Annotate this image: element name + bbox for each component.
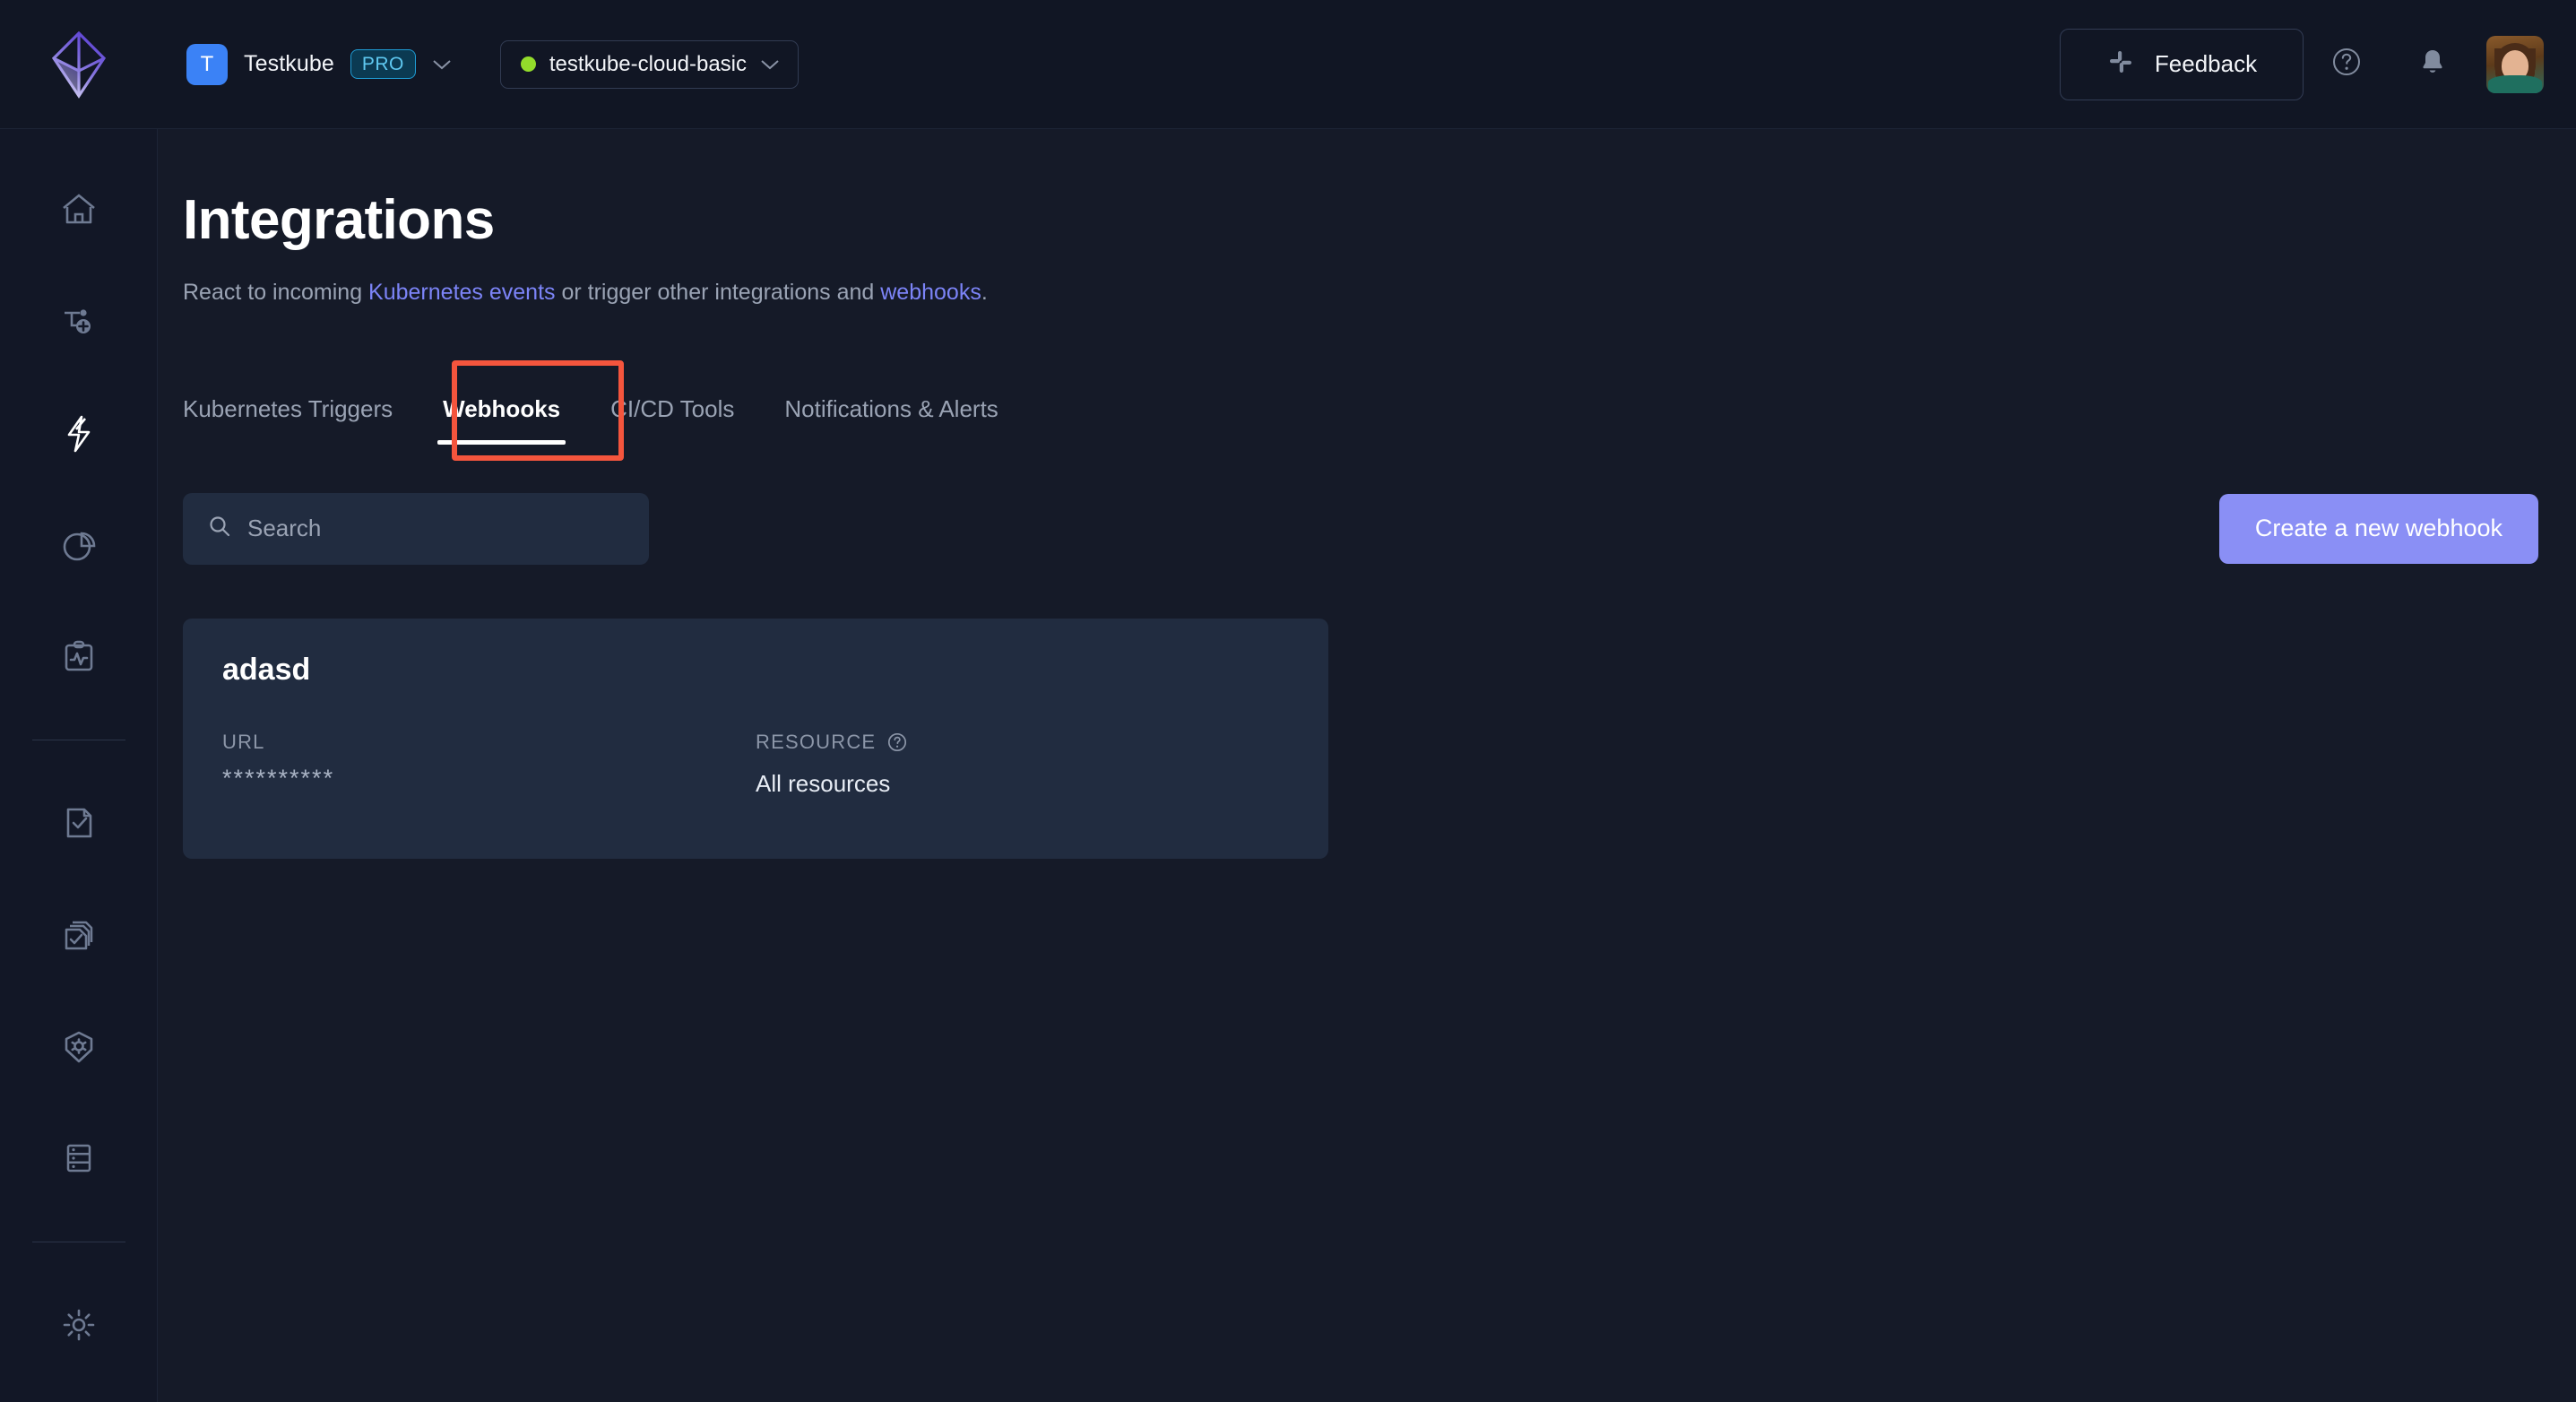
add-test-workflow-icon bbox=[60, 303, 98, 341]
environment-status-dot bbox=[521, 56, 536, 72]
top-bar: T Testkube PRO testkube-cloud-basic bbox=[0, 0, 2576, 129]
organization-name: Testkube bbox=[244, 51, 334, 77]
environment-selector[interactable]: testkube-cloud-basic bbox=[500, 40, 799, 89]
main-content: Integrations React to incoming Kubernete… bbox=[158, 129, 2576, 1402]
url-label: URL bbox=[222, 731, 756, 754]
document-check-icon bbox=[60, 804, 98, 842]
sidebar-item-test-suites[interactable] bbox=[39, 901, 118, 970]
description-suffix: . bbox=[981, 280, 988, 305]
notifications-button[interactable] bbox=[2390, 29, 2476, 100]
sidebar-item-runners[interactable] bbox=[39, 1124, 118, 1193]
webhook-details: URL ********** RESOURCE All resources bbox=[222, 731, 1289, 798]
chevron-down-icon bbox=[760, 58, 780, 71]
kubernetes-events-link[interactable]: Kubernetes events bbox=[368, 280, 555, 305]
sidebar-item-reports[interactable] bbox=[39, 511, 118, 580]
lightning-bolt-icon bbox=[60, 413, 98, 454]
shield-gear-icon bbox=[60, 1028, 98, 1066]
sidebar-item-home[interactable] bbox=[39, 176, 118, 245]
sidebar-item-test[interactable] bbox=[39, 789, 118, 858]
avatar-body bbox=[2488, 75, 2542, 93]
feedback-button[interactable]: Feedback bbox=[2060, 29, 2304, 100]
app-logo[interactable] bbox=[0, 0, 158, 129]
sidebar-item-add-test-workflow[interactable] bbox=[39, 288, 118, 357]
sidebar-item-status[interactable] bbox=[39, 623, 118, 692]
top-bar-actions: Feedback bbox=[2060, 29, 2576, 100]
tab-notifications-alerts[interactable]: Notifications & Alerts bbox=[759, 395, 1023, 450]
description-prefix: React to incoming bbox=[183, 280, 368, 305]
help-button[interactable] bbox=[2304, 29, 2390, 100]
resource-label: RESOURCE bbox=[756, 731, 876, 754]
tab-kubernetes-triggers[interactable]: Kubernetes Triggers bbox=[183, 395, 418, 450]
webhook-url-column: URL ********** bbox=[222, 731, 756, 798]
clipboard-activity-icon bbox=[60, 638, 98, 676]
resource-label-wrap: RESOURCE bbox=[756, 731, 1289, 754]
stacked-documents-check-icon bbox=[59, 915, 99, 955]
organization-selector[interactable]: T Testkube PRO bbox=[186, 44, 452, 85]
resource-value: All resources bbox=[756, 770, 1289, 798]
sidebar-item-security[interactable] bbox=[39, 1012, 118, 1081]
search-input[interactable] bbox=[247, 515, 624, 542]
question-circle-icon[interactable] bbox=[886, 731, 908, 753]
integration-tabs: Kubernetes Triggers Webhooks CI/CD Tools… bbox=[183, 373, 2576, 450]
webhook-resource-column: RESOURCE All resources bbox=[756, 731, 1289, 798]
search-icon bbox=[208, 515, 231, 542]
webhook-card[interactable]: adasd URL ********** RESOURCE bbox=[183, 619, 1328, 859]
environment-name: testkube-cloud-basic bbox=[549, 52, 747, 77]
question-circle-icon bbox=[2330, 46, 2363, 82]
chevron-down-icon bbox=[432, 58, 452, 71]
webhooks-toolbar: Create a new webhook bbox=[183, 493, 2576, 565]
organization-avatar: T bbox=[186, 44, 228, 85]
create-new-webhook-button[interactable]: Create a new webhook bbox=[2219, 494, 2538, 564]
bell-icon bbox=[2417, 47, 2448, 82]
search-field[interactable] bbox=[183, 493, 649, 565]
sidebar-item-triggers[interactable] bbox=[39, 399, 118, 468]
webhooks-link[interactable]: webhooks bbox=[880, 280, 981, 305]
testkube-diamond-logo-icon bbox=[51, 30, 107, 99]
pie-chart-icon bbox=[60, 526, 98, 564]
plan-badge: PRO bbox=[350, 49, 416, 79]
description-middle: or trigger other integrations and bbox=[556, 280, 881, 305]
page-title: Integrations bbox=[183, 190, 2576, 251]
url-value: ********** bbox=[222, 765, 756, 792]
sidebar-item-settings[interactable] bbox=[39, 1290, 118, 1359]
webhook-name: adasd bbox=[222, 653, 1289, 688]
tab-cicd-tools[interactable]: CI/CD Tools bbox=[585, 395, 759, 450]
server-rack-icon bbox=[60, 1139, 98, 1177]
page-description: React to incoming Kubernetes events or t… bbox=[183, 278, 2576, 308]
home-icon bbox=[60, 191, 98, 229]
left-sidebar bbox=[0, 129, 158, 1402]
settings-gear-icon bbox=[59, 1305, 99, 1345]
feedback-button-label: Feedback bbox=[2155, 50, 2257, 78]
tab-webhooks[interactable]: Webhooks bbox=[418, 395, 585, 450]
slack-icon bbox=[2106, 48, 2135, 81]
user-avatar[interactable] bbox=[2486, 36, 2544, 93]
